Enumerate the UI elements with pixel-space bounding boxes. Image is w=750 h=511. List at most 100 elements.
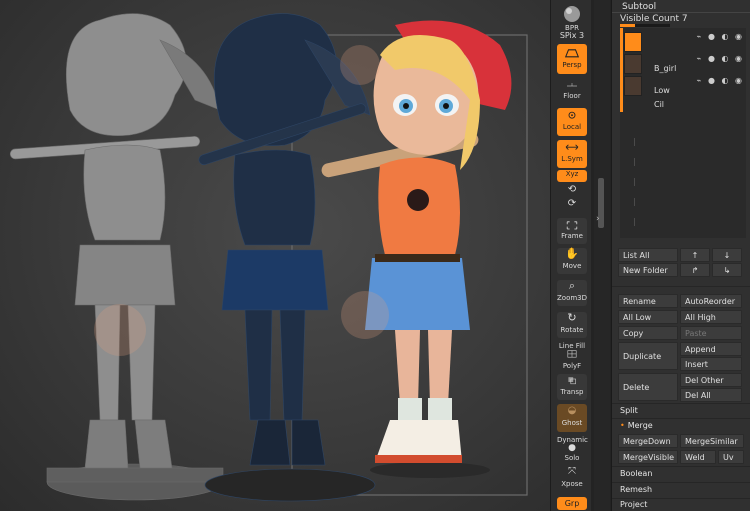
weld-toggle[interactable]: Weld	[680, 450, 716, 464]
arrow-up-icon: ↑	[691, 251, 699, 260]
subtool-panel: Subtool Visible Count 7 ⌁ ● ◐ ◉ B_girl ⌁…	[611, 0, 750, 511]
symmetry-arrows-icon	[565, 144, 579, 150]
local-button[interactable]: Local	[557, 108, 587, 136]
list-all-button[interactable]: List All	[618, 248, 678, 262]
divider	[612, 466, 750, 467]
tray-scrollbar[interactable]: ›	[594, 0, 610, 511]
subtool-name: Low	[654, 86, 670, 95]
right-toolbar: BPR SPix 3 Persp Floor Local L.Sym Xyz ⟲…	[550, 0, 591, 511]
divider	[612, 498, 750, 499]
empty-slot	[634, 138, 635, 146]
ghost-button[interactable]: ◒ Ghost	[557, 404, 587, 432]
all-low-button[interactable]: All Low	[618, 310, 678, 324]
boolean-section[interactable]: Boolean	[620, 469, 652, 478]
viewport-canvas[interactable]	[0, 0, 550, 511]
arrow-corner-icon: ↱	[691, 266, 699, 275]
empty-slot	[634, 198, 635, 206]
visible-count: Visible Count 7	[620, 14, 688, 24]
subtool-item[interactable]: B_girl ⌁ ● ◐ ◉	[624, 52, 746, 74]
subtool-list: ⌁ ● ◐ ◉ B_girl ⌁ ● ◐ ◉ Low ⌁ ● ◐ ◉ Cil	[620, 28, 746, 238]
transp-label: Transp	[560, 388, 584, 396]
empty-slot	[634, 178, 635, 186]
polyframe-grid-icon	[567, 350, 577, 358]
zoom3d-button[interactable]: ⌕ Zoom3D	[557, 280, 587, 306]
del-all-button[interactable]: Del All	[680, 388, 742, 402]
move-down-button[interactable]: ↓	[712, 248, 742, 262]
subtool-name: Cil	[654, 100, 665, 109]
uv-toggle[interactable]: Uv	[718, 450, 744, 464]
merge-down-button[interactable]: MergeDown	[618, 434, 678, 448]
bpr-sphere-icon	[564, 6, 580, 22]
persp-button[interactable]: Persp	[557, 44, 587, 74]
linefill-polyf-button[interactable]: Line Fill PolyF	[557, 342, 587, 370]
grp-button[interactable]: Grp	[557, 497, 587, 510]
ghost-label: Ghost	[561, 419, 583, 427]
divider	[612, 482, 750, 483]
visibility-eye-icon[interactable]: ⌁ ● ◐ ◉	[697, 54, 744, 63]
rotate-z-icon: ⟳	[567, 198, 577, 209]
lsym-label: L.Sym	[561, 155, 583, 163]
arrow-corner-down-icon: ↳	[723, 266, 731, 275]
paste-button[interactable]: Paste	[680, 326, 742, 340]
spix-slider[interactable]: SPix 3	[557, 32, 587, 40]
rename-button[interactable]: Rename	[618, 294, 678, 308]
empty-slot	[634, 158, 635, 166]
solo-icon: ●	[568, 443, 576, 453]
floor-button[interactable]: Floor	[557, 82, 587, 100]
spix-label: SPix 3	[559, 31, 585, 40]
rotate-y-button[interactable]: ⟲	[557, 185, 587, 198]
subtool-item[interactable]: Low ⌁ ● ◐ ◉	[624, 74, 746, 96]
merge-similar-button[interactable]: MergeSimilar	[680, 434, 744, 448]
xyz-button[interactable]: Xyz	[557, 170, 587, 182]
frame-button[interactable]: Frame	[557, 218, 587, 244]
delete-button[interactable]: Delete	[618, 373, 678, 401]
subtool-thumbnail	[624, 76, 642, 96]
lsym-button[interactable]: L.Sym	[557, 140, 587, 168]
visible-count-slider[interactable]	[620, 24, 670, 27]
xpose-button[interactable]: ⤧ Xpose	[557, 467, 587, 492]
subtool-item[interactable]: ⌁ ● ◐ ◉	[624, 30, 746, 52]
append-button[interactable]: Append	[680, 342, 742, 356]
divider	[612, 418, 750, 419]
grp-label: Grp	[564, 499, 580, 508]
move-to-top-button[interactable]: ↱	[680, 263, 710, 277]
model-render	[9, 13, 528, 502]
insert-button[interactable]: Insert	[680, 357, 742, 371]
auto-reorder-button[interactable]: AutoReorder	[680, 294, 742, 308]
visibility-eye-icon[interactable]: ⌁ ● ◐ ◉	[697, 76, 744, 85]
new-folder-button[interactable]: New Folder	[618, 263, 678, 277]
solo-label: Solo	[564, 454, 580, 462]
collapse-arrow-icon[interactable]: ›	[596, 214, 600, 224]
duplicate-button[interactable]: Duplicate	[618, 342, 678, 370]
del-other-button[interactable]: Del Other	[680, 373, 742, 387]
move-label: Move	[562, 262, 582, 270]
subtool-item[interactable]: Cil	[624, 96, 746, 118]
transp-button[interactable]: Transp	[557, 374, 587, 400]
xyz-label: Xyz	[565, 170, 579, 178]
dynamic-solo-button[interactable]: Dynamic ● Solo	[557, 436, 588, 464]
visibility-eye-icon[interactable]: ⌁ ● ◐ ◉	[697, 32, 744, 41]
frame-label: Frame	[561, 232, 583, 240]
frame-corners-icon	[566, 221, 578, 230]
divider	[612, 403, 750, 404]
move-up-button[interactable]: ↑	[680, 248, 710, 262]
divider	[612, 286, 750, 287]
all-high-button[interactable]: All High	[680, 310, 742, 324]
title-divider	[612, 12, 750, 13]
split-section[interactable]: Split	[620, 406, 638, 415]
merge-section[interactable]: Merge	[620, 421, 653, 430]
move-to-bottom-button[interactable]: ↳	[712, 263, 742, 277]
clay-figure	[9, 13, 224, 501]
zbrush-window: BPR SPix 3 Persp Floor Local L.Sym Xyz ⟲…	[0, 0, 750, 511]
merge-visible-button[interactable]: MergeVisible	[618, 450, 678, 464]
local-pivot-icon	[568, 111, 576, 119]
project-section[interactable]: Project	[620, 500, 647, 509]
remesh-section[interactable]: Remesh	[620, 485, 652, 494]
subtool-title[interactable]: Subtool	[622, 2, 656, 12]
copy-button[interactable]: Copy	[618, 326, 678, 340]
move-button[interactable]: ✋ Move	[557, 248, 587, 274]
rotate-button[interactable]: ↻ Rotate	[557, 312, 587, 338]
subtool-thumbnail	[624, 32, 642, 52]
bpr-button[interactable]: BPR	[557, 4, 587, 32]
rotate-z-button[interactable]: ⟳	[557, 198, 587, 212]
